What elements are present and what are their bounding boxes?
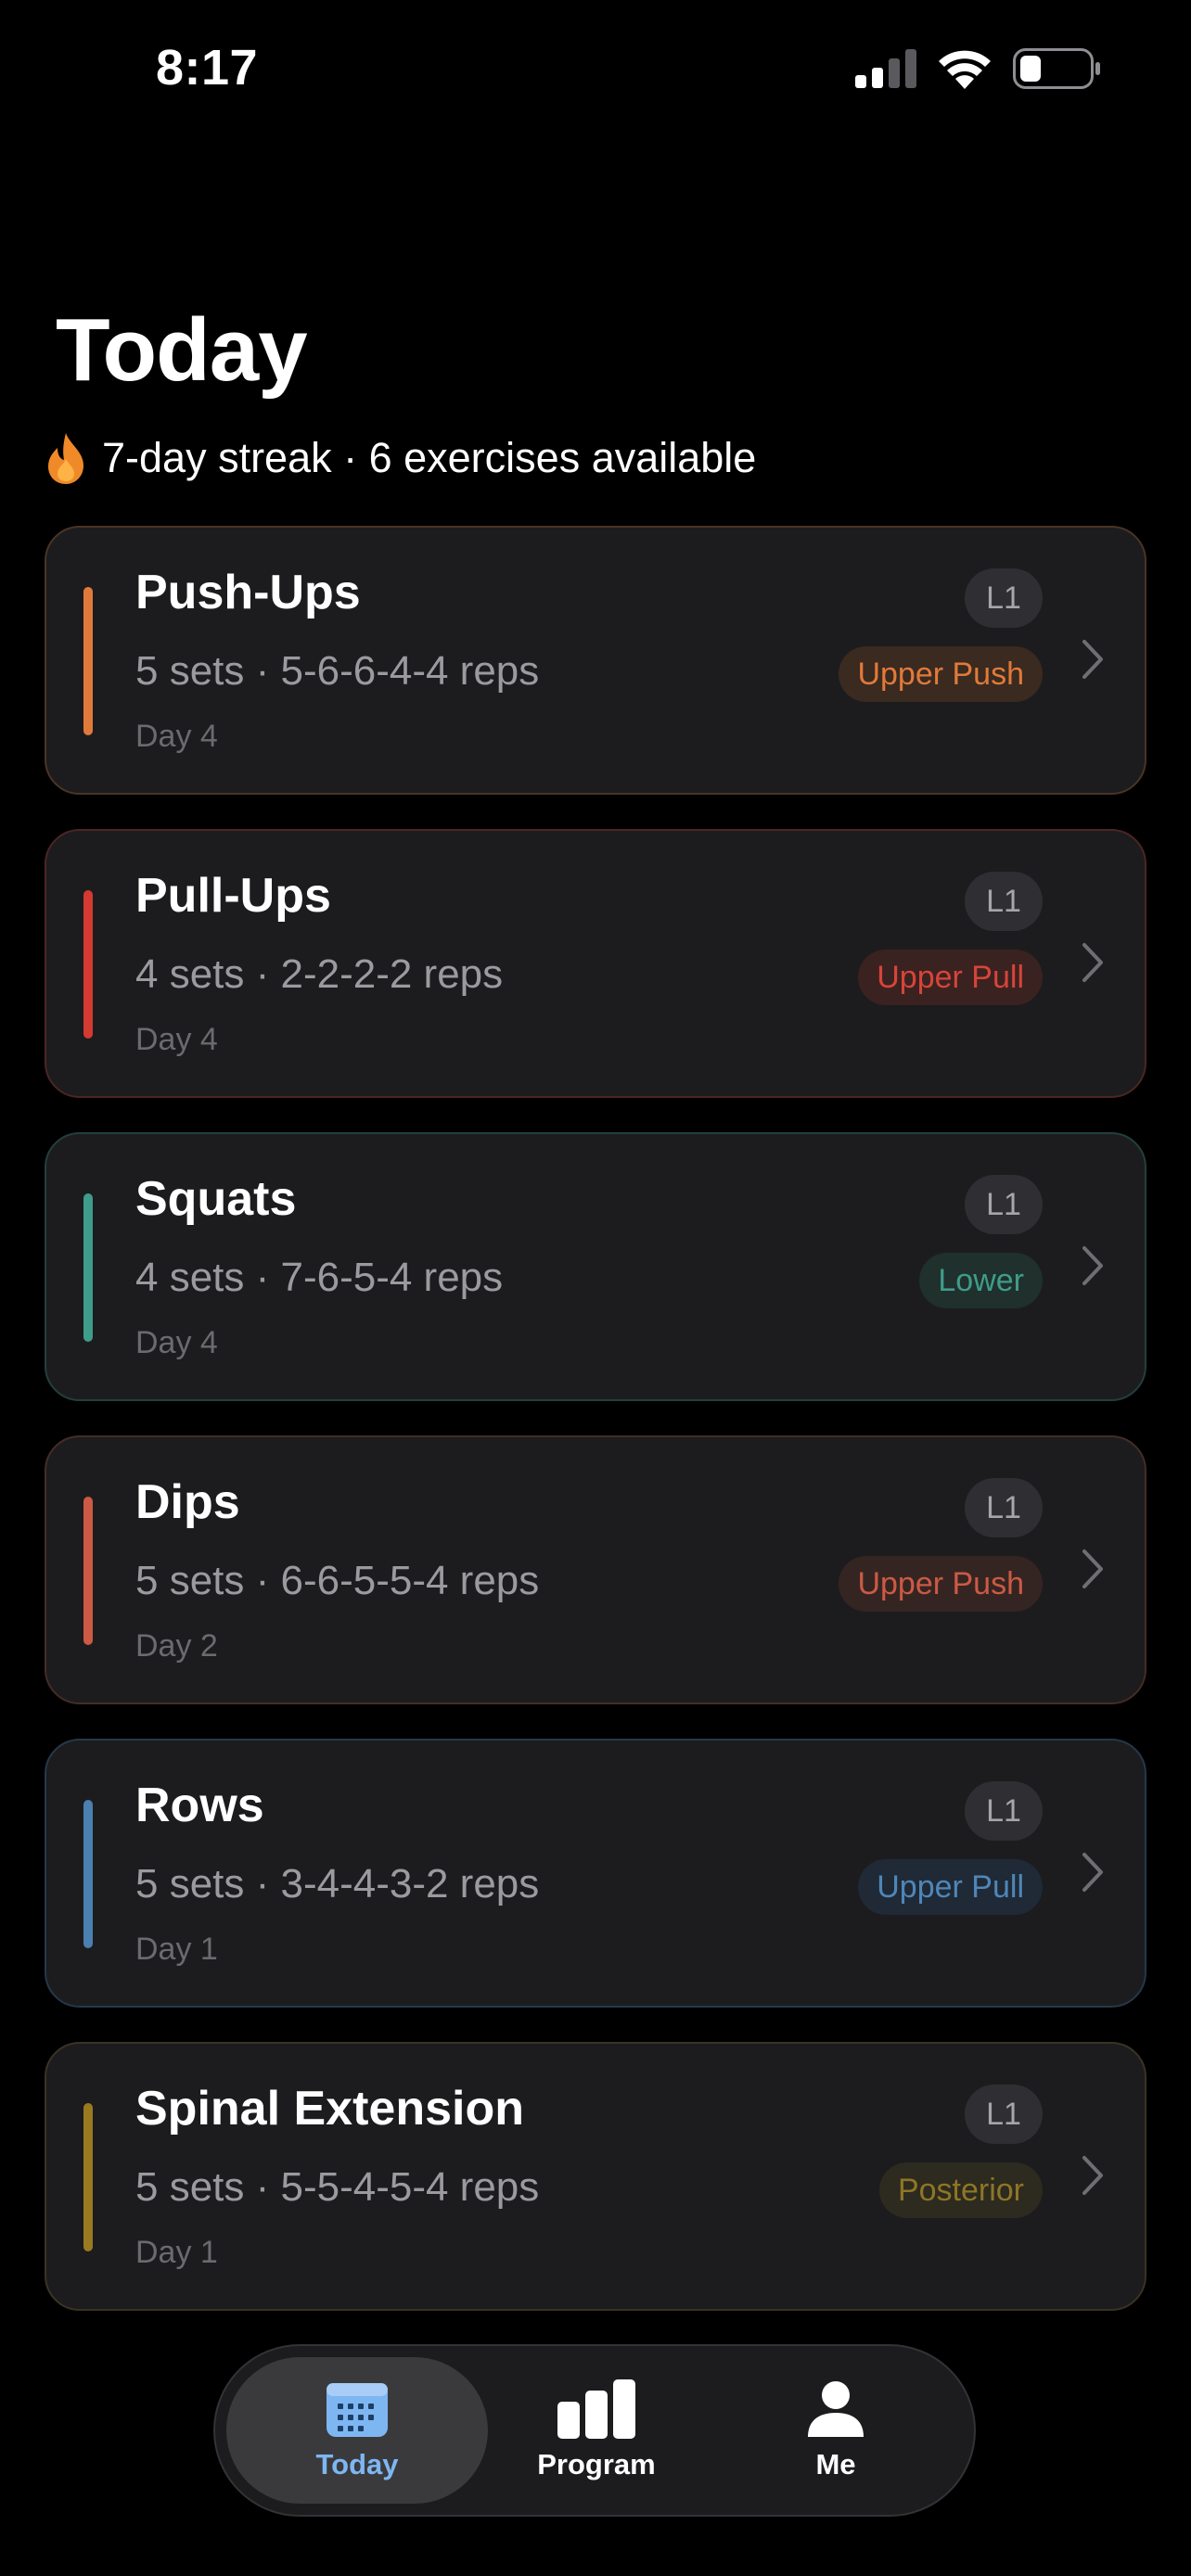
exercise-list: Push-Ups 5 sets · 5-6-6-4-4 reps Day 4 L… [45,526,1146,2345]
exercise-day: Day 2 [135,1628,218,1664]
streak-summary: 7-day streak · 6 exercises available [45,431,756,485]
tab-me[interactable]: Me [705,2357,967,2504]
accent-bar [83,2103,93,2251]
flame-icon [48,433,83,484]
tab-label: Today [315,2448,399,2480]
exercise-sets: 5 sets · 6-6-5-5-4 reps [135,1558,540,1603]
exercise-name: Spinal Extension [135,2082,524,2136]
exercise-sets: 5 sets · 5-6-6-4-4 reps [135,648,540,694]
level-badge: L1 [965,568,1043,628]
exercise-name: Dips [135,1475,240,1529]
exercise-day: Day 4 [135,1022,218,1057]
exercise-card[interactable]: Pull-Ups 4 sets · 2-2-2-2 reps Day 4 L1 … [45,829,1146,1098]
tab-today[interactable]: Today [226,2357,488,2504]
bar-chart-icon [557,2379,635,2439]
chevron-right-icon [1082,1549,1103,1588]
category-badge: Upper Push [839,1556,1043,1612]
accent-bar [83,1193,93,1342]
accent-bar [83,1497,93,1645]
exercise-name: Rows [135,1779,264,1832]
exercise-sets: 4 sets · 7-6-5-4 reps [135,1255,504,1300]
category-badge: Upper Pull [858,950,1043,1005]
category-badge: Lower [919,1253,1043,1308]
accent-bar [83,1800,93,1948]
level-badge: L1 [965,1478,1043,1537]
chevron-right-icon [1082,1853,1103,1892]
page-title: Today [56,300,308,400]
exercise-card[interactable]: Spinal Extension 5 sets · 5-5-4-5-4 reps… [45,2042,1146,2311]
chevron-right-icon [1082,1246,1103,1285]
exercise-card[interactable]: Dips 5 sets · 6-6-5-5-4 reps Day 2 L1 Up… [45,1435,1146,1704]
exercise-sets: 5 sets · 3-4-4-3-2 reps [135,1861,540,1906]
exercise-day: Day 4 [135,719,218,754]
cellular-signal-icon [855,49,916,88]
tab-label: Program [537,2448,656,2480]
exercise-day: Day 1 [135,1932,218,1967]
chevron-right-icon [1082,943,1103,982]
streak-text: 7-day streak · 6 exercises available [102,434,757,481]
chevron-right-icon [1082,640,1103,679]
accent-bar [83,890,93,1039]
tab-label: Me [815,2448,856,2480]
tab-program[interactable]: Program [466,2357,727,2504]
level-badge: L1 [965,1781,1043,1841]
exercise-card[interactable]: Squats 4 sets · 7-6-5-4 reps Day 4 L1 Lo… [45,1132,1146,1401]
status-bar: 8:17 [0,0,1191,139]
status-time: 8:17 [156,40,259,96]
exercise-name: Push-Ups [135,566,361,619]
exercise-name: Squats [135,1172,297,1226]
accent-bar [83,587,93,735]
tab-bar: Today Program Me [213,2344,976,2517]
exercise-card[interactable]: Push-Ups 5 sets · 5-6-6-4-4 reps Day 4 L… [45,526,1146,795]
exercise-sets: 5 sets · 5-5-4-5-4 reps [135,2164,540,2210]
level-badge: L1 [965,872,1043,931]
category-badge: Upper Pull [858,1859,1043,1915]
level-badge: L1 [965,1175,1043,1234]
calendar-icon [327,2383,388,2437]
exercise-name: Pull-Ups [135,869,331,923]
category-badge: Upper Push [839,646,1043,702]
exercise-day: Day 4 [135,1325,218,1360]
wifi-icon [939,50,991,89]
category-badge: Posterior [878,2162,1043,2218]
exercise-sets: 4 sets · 2-2-2-2 reps [135,951,504,997]
chevron-right-icon [1082,2156,1103,2195]
status-icons [855,48,1102,89]
exercise-day: Day 1 [135,2235,218,2270]
battery-icon [1013,48,1100,89]
exercise-card[interactable]: Rows 5 sets · 3-4-4-3-2 reps Day 1 L1 Up… [45,1739,1146,2008]
level-badge: L1 [965,2085,1043,2144]
person-icon [808,2381,864,2437]
